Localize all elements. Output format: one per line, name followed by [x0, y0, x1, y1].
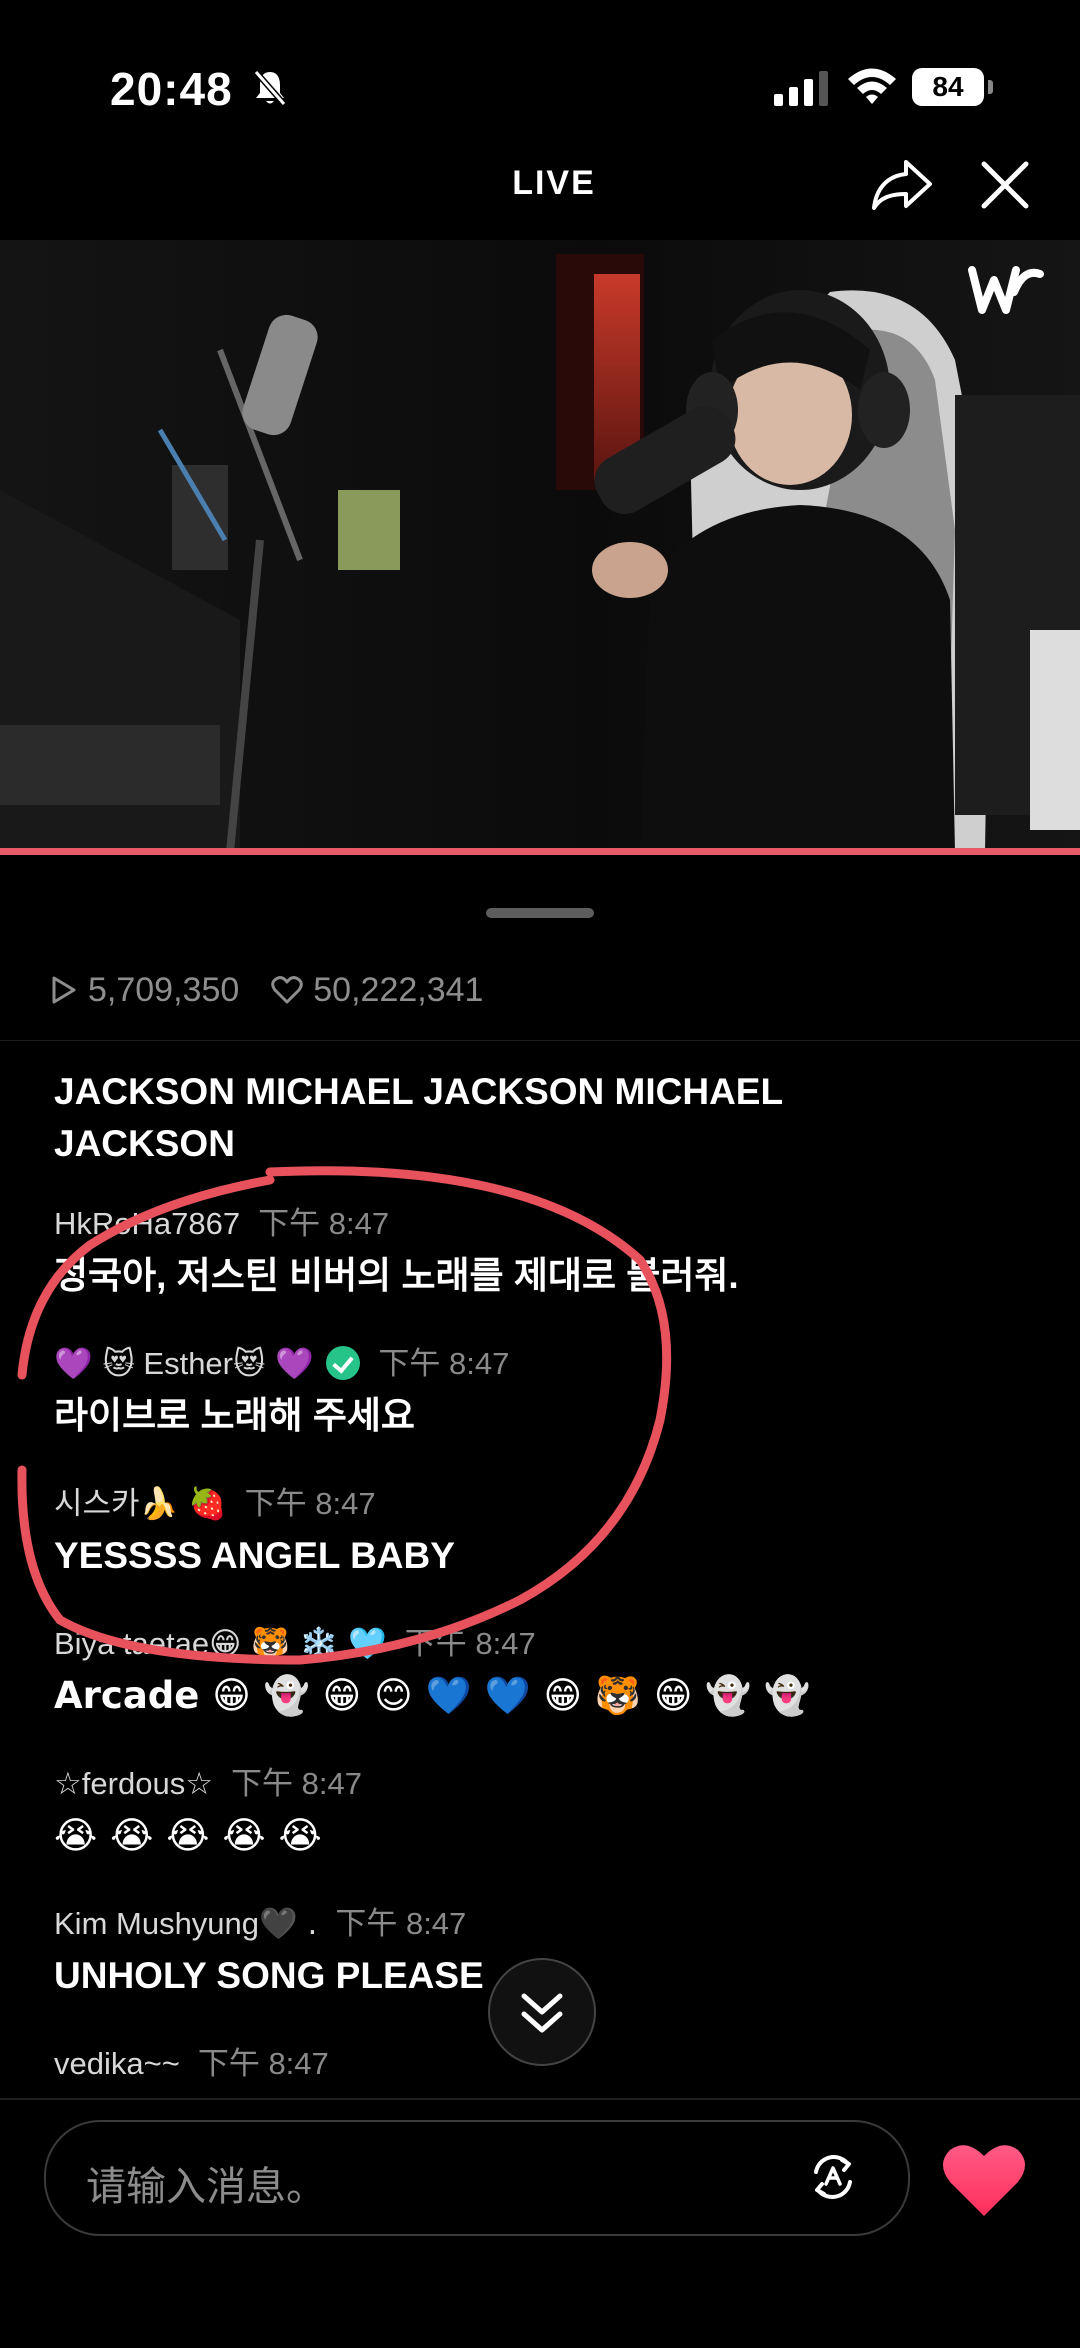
- video-progress-line: [0, 848, 1080, 855]
- message-meta: Biya taetae😁 🐯 ❄️ 🩵 下午 8:47: [54, 1624, 1044, 1664]
- message-time: 下午 8:47: [335, 1906, 467, 1941]
- status-bar: 20:48 84: [0, 0, 1080, 160]
- message-user[interactable]: Esther: [143, 1346, 233, 1381]
- message-text: JACKSON MICHAEL JACKSON MICHAEL JACKSON: [54, 1071, 783, 1164]
- message-time: 下午 8:47: [244, 1486, 376, 1521]
- message-time: 下午 8:47: [404, 1626, 536, 1661]
- message-time: 下午 8:47: [258, 1206, 390, 1241]
- message-text: Arcade 😁 👻 😁 😊 💙 💙 😁 🐯 😁 👻 👻: [54, 1674, 811, 1717]
- heart-outline-icon: [271, 976, 304, 1004]
- chat-message: ☆ferdous☆ 下午 8:47 😭 😭 😭 😭 😭: [54, 1764, 1044, 1862]
- user-emoji-suffix: 🖤 .: [259, 1906, 318, 1942]
- message-user[interactable]: vedika~~: [54, 2046, 180, 2081]
- weverse-logo: [968, 266, 1044, 314]
- live-stats: 5,709,350 50,222,341: [48, 968, 483, 1012]
- message-time: 下午 8:47: [197, 2046, 329, 2081]
- battery-indicator: 84: [912, 68, 984, 106]
- message-meta: 시스카🍌 🍓 下午 8:47: [54, 1484, 1044, 1524]
- message-user[interactable]: Biya taetae: [54, 1626, 209, 1661]
- chat-message: 💜 😻 Esther😻 💜 下午 8:47 라이브로 노래해 주세요: [54, 1344, 1044, 1442]
- translate-icon[interactable]: [806, 2150, 860, 2204]
- chat-list[interactable]: JACKSON MICHAEL JACKSON MICHAEL JACKSON …: [0, 1042, 1080, 2092]
- divider: [0, 1040, 1080, 1041]
- like-heart-button[interactable]: [940, 2140, 1028, 2220]
- message-text: 😭 😭 😭 😭 😭: [54, 1814, 322, 1857]
- video-frame: [0, 240, 1080, 852]
- divider: [0, 2098, 1080, 2100]
- message-meta: Kim Mushyung🖤 . 下午 8:47: [54, 1904, 1044, 1944]
- user-emoji-suffix: 😁 🐯 ❄️ 🩵: [209, 1626, 387, 1662]
- share-icon[interactable]: [870, 156, 934, 212]
- close-icon[interactable]: [978, 158, 1032, 212]
- like-count: 50,222,341: [313, 970, 484, 1009]
- scroll-to-latest-button[interactable]: [488, 1958, 596, 2066]
- message-text: 라이브로 노래해 주세요: [54, 1395, 415, 1436]
- status-time: 20:48: [110, 63, 233, 115]
- message-meta: ☆ferdous☆ 下午 8:47: [54, 1764, 1044, 1804]
- cellular-signal-icon: [774, 71, 828, 106]
- message-user[interactable]: HkRoHa7867: [54, 1206, 240, 1241]
- message-meta: 💜 😻 Esther😻 💜 下午 8:47: [54, 1344, 1044, 1384]
- user-emoji-suffix: 😻 💜: [233, 1346, 314, 1382]
- bell-muted-icon: [253, 70, 287, 106]
- user-emoji-prefix: 💜 😻: [54, 1346, 135, 1382]
- double-chevron-down-icon: [521, 1993, 563, 2033]
- live-video-player[interactable]: [0, 240, 1080, 852]
- verified-badge-icon: [326, 1346, 361, 1380]
- message-time: 下午 8:47: [230, 1766, 362, 1801]
- message-text: YESSSS ANGEL BABY: [54, 1535, 455, 1576]
- play-icon: [52, 976, 76, 1004]
- message-text: 정국아, 저스틴 비버의 노래를 제대로 불러줘.: [54, 1255, 739, 1296]
- drag-handle[interactable]: [486, 908, 594, 918]
- chat-message: HkRoHa7867 下午 8:47 정국아, 저스틴 비버의 노래를 제대로 불…: [54, 1204, 1044, 1302]
- message-user[interactable]: Kim Mushyung: [54, 1906, 259, 1941]
- wifi-icon: [848, 68, 896, 104]
- user-emoji-suffix: 🍌 🍓: [139, 1486, 227, 1522]
- message-input-placeholder: 请输入消息。: [86, 2165, 326, 2209]
- view-count: 5,709,350: [88, 970, 240, 1009]
- chat-message-partial: JACKSON MICHAEL JACKSON MICHAEL JACKSON: [54, 1060, 1044, 1170]
- chat-message: Biya taetae😁 🐯 ❄️ 🩵 下午 8:47 Arcade 😁 👻 😁 …: [54, 1624, 1044, 1722]
- message-time: 下午 8:47: [378, 1346, 510, 1381]
- message-user[interactable]: 시스카: [54, 1486, 140, 1521]
- battery-tip: [988, 80, 993, 94]
- chat-message: 시스카🍌 🍓 下午 8:47 YESSSS ANGEL BABY: [54, 1484, 1044, 1582]
- message-user[interactable]: ☆ferdous☆: [54, 1766, 213, 1801]
- message-meta: HkRoHa7867 下午 8:47: [54, 1204, 1044, 1244]
